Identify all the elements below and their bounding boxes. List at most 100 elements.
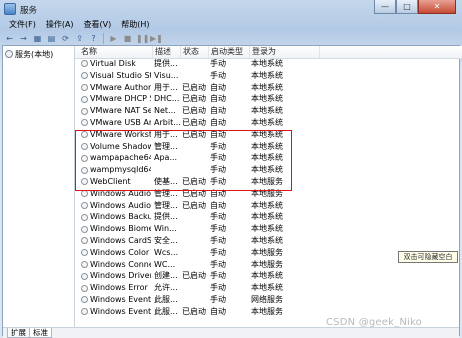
service-description: DHC... (154, 94, 180, 104)
service-row[interactable]: Windows Error ...允许... 手动 本地系统 (75, 282, 462, 294)
refresh-icon[interactable]: ⟳ (60, 33, 71, 44)
menu-bar: 文件(F) 操作(A) 查看(V) 帮助(H) (0, 18, 462, 31)
tree-node-services-local[interactable]: 服务(本地) (5, 48, 53, 60)
column-header-startup-type[interactable]: 启动类型 (209, 46, 250, 58)
service-gear-icon (81, 284, 88, 292)
service-name-cell: Windows Event ... (81, 294, 151, 306)
service-name: Virtual Disk (90, 59, 136, 68)
service-name-cell: Windows CardS... (81, 235, 151, 247)
close-button[interactable]: ✕ (418, 0, 456, 14)
service-row[interactable]: Windows Audio ...管理... 已启动自动 本地系统 (75, 200, 462, 212)
restart-icon[interactable]: ▶❚ (150, 33, 163, 44)
menu-file[interactable]: 文件(F) (4, 18, 41, 31)
properties-icon[interactable]: ▤ (46, 33, 57, 44)
service-row[interactable]: Windows Driver ...创建... 已启动手动 本地系统 (75, 270, 462, 282)
stop-icon[interactable]: ■ (122, 33, 133, 44)
service-row[interactable]: WebClient 使基... 已启动 手动 本地服务 (75, 176, 462, 188)
service-row[interactable]: VMware USB Ar...Arbit...已启动自动 本地系统 (75, 117, 462, 129)
service-row[interactable]: wampapache64 Apa... 手动 本地系统 (75, 152, 462, 164)
service-log-on-as: 本地系统 (251, 283, 283, 293)
service-row[interactable]: VMware DHCP S...DHC...已启动自动 本地系统 (75, 93, 462, 105)
maximize-button[interactable]: □ (396, 0, 418, 14)
service-log-on-as: 本地系统 (251, 141, 283, 151)
service-row[interactable]: Visual Studio Sta...Visu... 手动 本地系统 (75, 70, 462, 82)
service-name-cell: Virtual Disk (81, 58, 151, 70)
service-startup-type: 手动 (210, 59, 226, 68)
service-row[interactable]: VMware Authori...用于... 已启动自动 本地系统 (75, 82, 462, 94)
service-row[interactable]: VMware NAT Se...Net... 已启动自动 本地系统 (75, 105, 462, 117)
back-icon[interactable]: ← (4, 33, 15, 44)
service-row[interactable]: Windows Audio 管理... 已启动 自动 本地服务 (75, 188, 462, 200)
window-controls: — □ ✕ (374, 0, 456, 14)
service-startup-type: 自动 (210, 106, 226, 116)
service-gear-icon (81, 131, 88, 139)
column-header-status[interactable]: 状态 (181, 46, 209, 58)
service-gear-icon (81, 107, 88, 115)
service-row[interactable]: Windows Backup 提供... 手动 本地系统 (75, 211, 462, 223)
service-name-cell: wampapache64 (81, 152, 151, 164)
service-startup-type: 自动 (210, 94, 226, 104)
service-name: Windows Backup (90, 212, 151, 222)
service-name-cell: Windows Audio (81, 188, 151, 200)
pause-icon[interactable]: ❚❚ (136, 33, 149, 44)
service-row[interactable]: Windows CardS...安全... 手动 本地系统 (75, 235, 462, 247)
service-log-on-as: 本地系统 (251, 200, 283, 210)
service-status: 已启动 (182, 106, 206, 116)
minimize-button[interactable]: — (374, 0, 396, 14)
service-startup-type: 手动 (210, 247, 226, 257)
service-name: Windows Audio (90, 188, 151, 198)
service-startup-type: 自动 (210, 200, 226, 210)
service-status: 已启动 (182, 129, 206, 139)
help-icon[interactable]: ? (88, 33, 99, 44)
service-row[interactable]: Windows Biome...Win... 手动 本地系统 (75, 223, 462, 235)
services-list: 名称 描述 状态 启动类型 登录为 Virtual Disk 提供... 手动 本地系… (75, 46, 462, 327)
title-bar[interactable]: 服务 — □ ✕ (0, 0, 462, 19)
service-name: Windows CardS... (90, 235, 151, 245)
service-row[interactable]: wampmysqld64 手动 本地系统 (75, 164, 462, 176)
service-log-on-as: 本地系统 (251, 117, 283, 127)
service-startup-type: 手动 (210, 283, 226, 293)
service-startup-type: 手动 (210, 153, 226, 163)
service-status (182, 152, 210, 164)
column-header-description[interactable]: 描述 (153, 46, 181, 58)
tab-extended[interactable]: 扩展 (7, 328, 30, 338)
forward-icon[interactable]: → (18, 33, 29, 44)
service-description: 管理... (154, 141, 178, 151)
service-name: Windows Color ... (90, 247, 151, 257)
export-icon[interactable]: ⇪ (74, 33, 85, 44)
service-row[interactable]: Virtual Disk 提供... 手动 本地系统 (75, 58, 462, 70)
service-description: 提供... (154, 212, 178, 222)
menu-view[interactable]: 查看(V) (79, 18, 117, 31)
service-row[interactable]: Volume Shadow...管理... 手动 本地系统 (75, 141, 462, 153)
tooltip: 双击可隐藏空白 (398, 251, 458, 263)
column-header-name[interactable]: 名称 (75, 46, 153, 58)
play-icon[interactable]: ▶ (108, 33, 119, 44)
toolbar: ← → ▦ ▤ ⟳ ⇪? ▶ ■ ❚❚ ▶❚ (0, 31, 462, 45)
service-startup-type: 手动 (210, 176, 226, 186)
service-description: 使基... (154, 176, 178, 186)
service-name-cell: Windows Audio ... (81, 200, 151, 212)
service-name: Visual Studio Sta... (90, 70, 151, 80)
tab-standard[interactable]: 标准 (29, 328, 52, 338)
column-header-log-on-as[interactable]: 登录为 (250, 46, 320, 58)
service-row[interactable]: Windows Event ...此服... 手动 网络服务 (75, 294, 462, 306)
service-name: VMware Authori... (90, 82, 151, 92)
service-status: 已启动 (182, 117, 206, 127)
service-name-cell: Windows Error ... (81, 282, 151, 294)
service-description: 管理... (154, 188, 178, 198)
service-row[interactable]: Windows Event ...此服... 已启动自动 本地服务 (75, 306, 462, 318)
menu-action[interactable]: 操作(A) (41, 18, 79, 31)
menu-help[interactable]: 帮助(H) (116, 18, 154, 31)
console-icon[interactable]: ▦ (32, 33, 43, 44)
service-gear-icon (81, 178, 88, 186)
service-status (182, 235, 210, 247)
service-log-on-as: 本地系统 (251, 129, 283, 139)
service-name-cell: Visual Studio Sta... (81, 70, 151, 82)
window-title: 服务 (20, 6, 38, 16)
service-status (182, 247, 210, 259)
services-app-icon (4, 3, 16, 15)
toolbar-separator (103, 32, 104, 44)
service-row[interactable]: VMware Workst...用于... 已启动自动 本地系统 (75, 129, 462, 141)
service-description: 此服... (154, 306, 178, 316)
service-startup-type: 自动 (210, 117, 226, 127)
